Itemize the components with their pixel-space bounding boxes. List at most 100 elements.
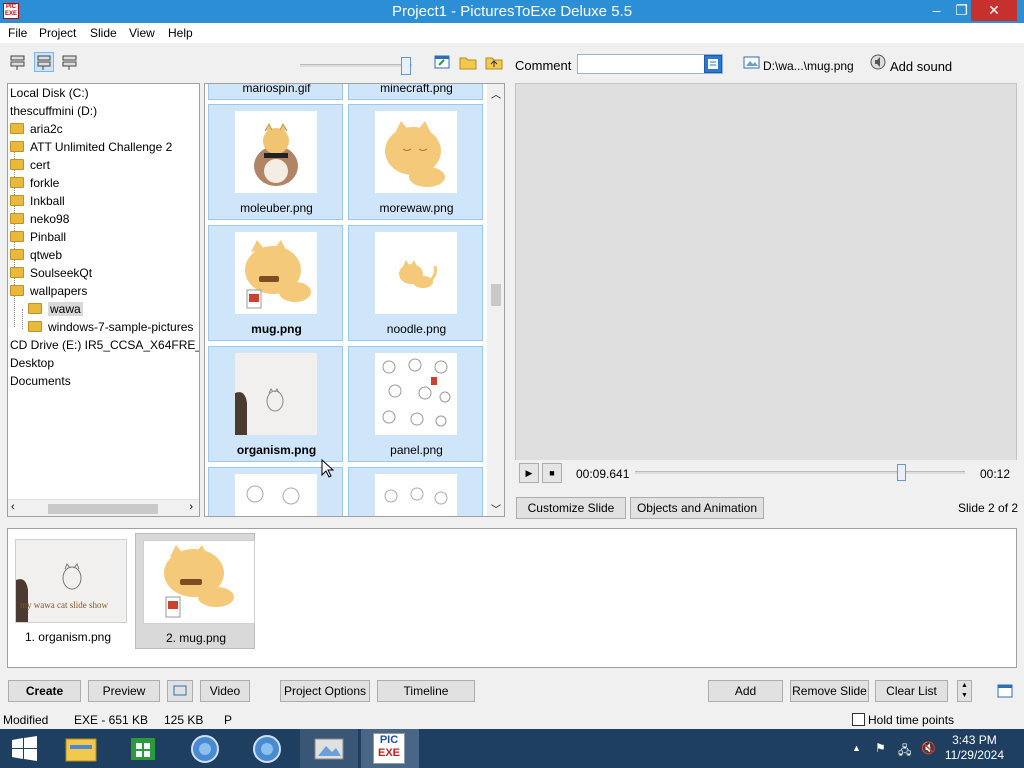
- scroll-up-icon[interactable]: ︿: [491, 86, 501, 101]
- project-options-button[interactable]: Project Options: [280, 680, 370, 702]
- slide-thumbnail: [143, 540, 255, 624]
- tree-item-cd-drive[interactable]: CD Drive (E:) IR5_CCSA_X64FRE_EN-: [10, 336, 199, 354]
- picturestoexe-icon[interactable]: PIC EXE: [361, 729, 419, 768]
- hold-time-checkbox[interactable]: [852, 713, 865, 726]
- comment-input[interactable]: [577, 54, 723, 74]
- network-icon[interactable]: 🖧: [898, 741, 911, 762]
- thumbnail-card[interactable]: moleuber.png: [208, 104, 343, 220]
- menu-file[interactable]: File: [8, 23, 27, 40]
- create-button[interactable]: Create: [8, 680, 81, 702]
- objects-animation-button[interactable]: Objects and Animation: [630, 497, 764, 519]
- add-button[interactable]: Add: [708, 680, 783, 702]
- remove-slide-button[interactable]: Remove Slide: [790, 680, 869, 702]
- tree-item-aria2c[interactable]: aria2c: [10, 120, 63, 138]
- reorder-spinner[interactable]: ▲ ▼: [957, 680, 972, 702]
- tree-item-neko98[interactable]: neko98: [10, 210, 69, 228]
- tree-item-wallpapers[interactable]: wallpapers: [10, 282, 87, 300]
- tree-item-att[interactable]: ATT Unlimited Challenge 2: [10, 138, 172, 156]
- thumbnail-size-slider[interactable]: [300, 64, 412, 67]
- thumbnail-size-slider-thumb[interactable]: [401, 57, 411, 75]
- tree-item-forkle[interactable]: forkle: [10, 174, 59, 192]
- seek-thumb[interactable]: [897, 464, 906, 481]
- tree-item-qtweb[interactable]: qtweb: [10, 246, 62, 264]
- store-icon[interactable]: [114, 729, 172, 768]
- clock[interactable]: 3:43 PM 11/29/2024: [945, 733, 1004, 763]
- stop-icon[interactable]: ■: [542, 463, 562, 483]
- image-viewer-icon[interactable]: [300, 729, 358, 768]
- thumbnail-card[interactable]: mariospin.gif: [208, 84, 343, 100]
- tray-overflow-icon[interactable]: ▲: [852, 743, 861, 753]
- tree-item-cert[interactable]: cert: [10, 156, 50, 174]
- tree-item-documents[interactable]: Documents: [10, 372, 71, 390]
- thumbnail-card[interactable]: morewaw.png: [348, 104, 483, 220]
- open-folder-icon[interactable]: [458, 52, 478, 72]
- thumbnail-label: organism.png: [236, 443, 317, 457]
- scroll-down-icon[interactable]: ﹀: [491, 501, 501, 516]
- menu-slide[interactable]: Slide: [90, 23, 117, 40]
- open-folder-window-icon[interactable]: [432, 52, 452, 72]
- thumbnail-image: [375, 232, 457, 314]
- image-file-icon: [742, 52, 762, 72]
- thumbnail-card[interactable]: organism.png: [208, 346, 343, 462]
- slide-item[interactable]: 2. mug.png: [135, 533, 255, 649]
- folder-icon: [10, 159, 24, 170]
- close-button[interactable]: ✕: [971, 0, 1017, 21]
- seek-bar[interactable]: [635, 471, 965, 474]
- tree-item-label: forkle: [30, 176, 60, 190]
- comment-edit-icon[interactable]: [704, 55, 722, 73]
- timeline-button[interactable]: Timeline: [377, 680, 475, 702]
- add-sound-button[interactable]: Add sound: [890, 59, 952, 74]
- menu-project[interactable]: Project: [39, 23, 76, 40]
- menu-help[interactable]: Help: [168, 23, 193, 40]
- tree-item-soulseekqt[interactable]: SoulseekQt: [10, 264, 92, 282]
- browser-2-icon[interactable]: [238, 729, 296, 768]
- parent-folder-icon[interactable]: [484, 52, 504, 72]
- thumbnail-grid[interactable]: mariospin.gif minecraft.png moleuber.png…: [204, 83, 505, 517]
- customize-slide-button[interactable]: Customize Slide: [516, 497, 626, 519]
- thumbnail-label: morewaw.png: [379, 201, 454, 215]
- tree-item-desktop[interactable]: Desktop: [10, 354, 54, 372]
- thumbnail-card[interactable]: minecraft.png: [348, 84, 483, 100]
- menu-view[interactable]: View: [129, 23, 155, 40]
- preview-button[interactable]: Preview: [88, 680, 160, 702]
- tree-item-label: aria2c: [30, 122, 63, 136]
- slide-list[interactable]: my wawa cat slide show 1. organism.png 2…: [7, 528, 1017, 668]
- tree-item-wawa[interactable]: wawa: [28, 300, 83, 318]
- fullscreen-preview-icon[interactable]: [167, 680, 193, 702]
- tree-item-inkball[interactable]: Inkball: [10, 192, 65, 210]
- scroll-right-icon[interactable]: ›: [189, 501, 193, 513]
- scrollbar-thumb[interactable]: [491, 284, 501, 306]
- thumbnail-card[interactable]: [348, 467, 483, 516]
- thumbnail-image: [375, 353, 457, 435]
- file-explorer-icon[interactable]: [52, 729, 110, 768]
- tree-item-label: Inkball: [30, 194, 65, 208]
- view-mode-1-icon[interactable]: [8, 52, 28, 72]
- start-button[interactable]: [0, 729, 50, 768]
- action-center-icon[interactable]: ⚑: [875, 741, 886, 755]
- slide-item[interactable]: my wawa cat slide show 1. organism.png: [8, 533, 128, 649]
- thumbnail-image: [375, 474, 457, 516]
- tree-item-local-disk[interactable]: Local Disk (C:): [10, 84, 89, 102]
- view-mode-2-icon[interactable]: [34, 52, 54, 72]
- thumbnail-card[interactable]: noodle.png: [348, 225, 483, 341]
- folder-icon: [28, 303, 42, 314]
- clear-list-button[interactable]: Clear List: [875, 680, 948, 702]
- thumbnail-card[interactable]: mug.png: [208, 225, 343, 341]
- scrollbar-thumb[interactable]: [48, 504, 158, 514]
- folder-icon: [10, 141, 24, 152]
- tree-item-pinball[interactable]: Pinball: [10, 228, 66, 246]
- tree-item-windows7[interactable]: windows-7-sample-pictures: [28, 318, 193, 336]
- sound-icon[interactable]: [868, 52, 888, 72]
- tree-horizontal-scrollbar[interactable]: ‹ ›: [8, 499, 199, 516]
- expand-window-icon[interactable]: [996, 682, 1016, 702]
- folder-tree[interactable]: Local Disk (C:) thescuffmini (D:) aria2c…: [7, 83, 200, 517]
- browser-icon[interactable]: [176, 729, 234, 768]
- volume-muted-icon[interactable]: 🔇: [921, 741, 936, 755]
- scroll-left-icon[interactable]: ‹: [11, 501, 15, 513]
- thumbnail-vertical-scrollbar[interactable]: ︿ ﹀: [487, 84, 504, 516]
- view-mode-3-icon[interactable]: [60, 52, 80, 72]
- play-icon[interactable]: ▶: [519, 463, 539, 483]
- video-button[interactable]: Video: [200, 680, 250, 702]
- tree-item-thescuffmini[interactable]: thescuffmini (D:): [10, 102, 97, 120]
- thumbnail-card[interactable]: panel.png: [348, 346, 483, 462]
